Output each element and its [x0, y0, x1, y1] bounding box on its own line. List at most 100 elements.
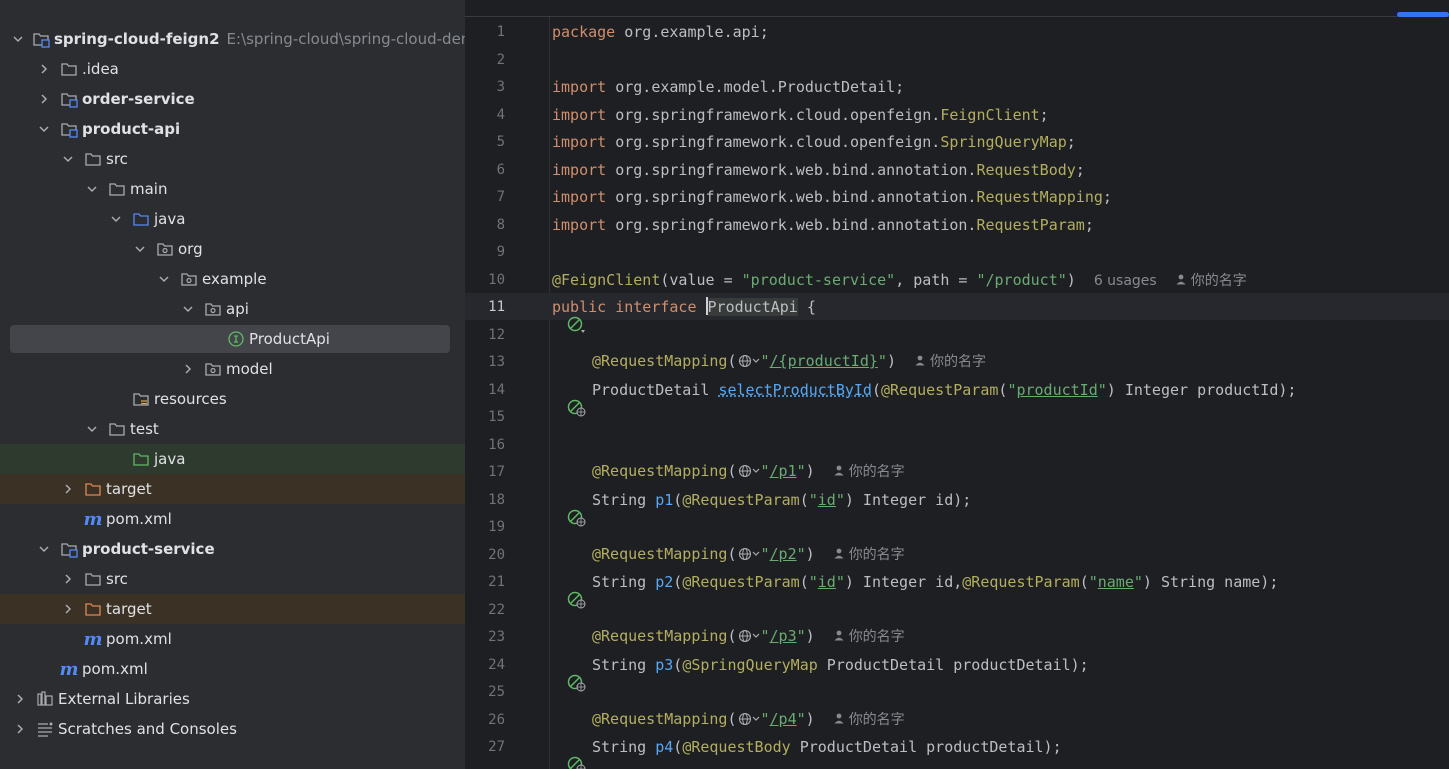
tree-item-test[interactable]: test	[0, 414, 465, 444]
tree-item-example[interactable]: example	[0, 264, 465, 294]
tree-item-pom-product-api[interactable]: m pom.xml	[0, 504, 465, 534]
method-name[interactable]: selectProductById	[718, 381, 872, 399]
code-line[interactable]: 12	[465, 321, 1449, 348]
tree-item-project-root[interactable]: spring-cloud-feign2 E:\spring-cloud\spri…	[0, 24, 465, 54]
method-name[interactable]: p1	[655, 491, 673, 509]
chevron-down-icon[interactable]	[108, 211, 124, 227]
globe-icon[interactable]	[738, 354, 760, 372]
tree-item-src-service[interactable]: src	[0, 564, 465, 594]
tree-item-pom-root[interactable]: m pom.xml	[0, 654, 465, 684]
chevron-down-icon[interactable]	[180, 301, 196, 317]
tree-item-target-service[interactable]: target	[0, 594, 465, 624]
code-line[interactable]: 27 String p4(@RequestBody ProductDetail …	[465, 733, 1449, 769]
code-line[interactable]: 24 String p3(@SpringQueryMap ProductDeta…	[465, 651, 1449, 692]
tree-item-product-api[interactable]: product-api	[0, 114, 465, 144]
url-path[interactable]: /p2	[770, 545, 797, 563]
code-line[interactable]: 2	[465, 46, 1449, 73]
code-line[interactable]: 21 String p2(@RequestParam("id") Integer…	[465, 568, 1449, 609]
chevron-right-icon[interactable]	[36, 91, 52, 107]
tree-item-java-test[interactable]: java	[0, 444, 465, 474]
chevron-right-icon[interactable]	[12, 721, 28, 737]
tree-item-resources[interactable]: resources	[0, 384, 465, 414]
scroll-indicator[interactable]	[1397, 12, 1449, 17]
project-tree[interactable]: spring-cloud-feign2 E:\spring-cloud\spri…	[0, 0, 465, 769]
editor-tab-strip[interactable]	[465, 0, 1449, 17]
code-line[interactable]: 23 @RequestMapping("/p3") 你的名字	[465, 623, 1449, 650]
url-path[interactable]: /p1	[770, 462, 797, 480]
chevron-down-icon[interactable]	[156, 271, 172, 287]
code-editor[interactable]: 1 package org.example.api; 2 3 import or…	[465, 0, 1449, 769]
code-line[interactable]: 17 @RequestMapping("/p1") 你的名字	[465, 458, 1449, 485]
tree-item-productapi[interactable]: ProductApi	[0, 324, 465, 354]
globe-icon[interactable]	[738, 547, 760, 565]
tree-item-java-main[interactable]: java	[0, 204, 465, 234]
chevron-down-icon[interactable]	[36, 541, 52, 557]
author-hint[interactable]: 你的名字	[833, 547, 905, 563]
code-token[interactable]: RequestMapping	[976, 188, 1102, 206]
code-line[interactable]: 22	[465, 596, 1449, 623]
url-path[interactable]: /p3	[770, 627, 797, 645]
code-line[interactable]: 5 import org.springframework.cloud.openf…	[465, 128, 1449, 155]
tree-item-target[interactable]: target	[0, 474, 465, 504]
author-hint[interactable]: 你的名字	[914, 354, 986, 370]
tree-item-src[interactable]: src	[0, 144, 465, 174]
code-line[interactable]: 16	[465, 431, 1449, 458]
chevron-down-icon[interactable]	[84, 181, 100, 197]
code-line[interactable]: 20 @RequestMapping("/p2") 你的名字	[465, 541, 1449, 568]
chevron-right-icon[interactable]	[60, 481, 76, 497]
chevron-down-icon[interactable]	[132, 241, 148, 257]
request-mapping-gutter-icon[interactable]	[513, 738, 586, 769]
code-line[interactable]: 3 import org.example.model.ProductDetail…	[465, 73, 1449, 100]
method-name[interactable]: p3	[655, 656, 673, 674]
tree-item-api[interactable]: api	[0, 294, 465, 324]
code-line[interactable]: 14 ProductDetail selectProductById(@Requ…	[465, 376, 1449, 417]
chevron-right-icon[interactable]	[12, 691, 28, 707]
method-name[interactable]: p2	[655, 573, 673, 591]
code-line[interactable]: 8 import org.springframework.web.bind.an…	[465, 211, 1449, 238]
code-line[interactable]: 1 package org.example.api;	[465, 18, 1449, 45]
code-token[interactable]: FeignClient	[940, 106, 1039, 124]
globe-icon[interactable]	[738, 464, 760, 482]
code-line[interactable]: 4 import org.springframework.cloud.openf…	[465, 101, 1449, 128]
tree-item-main[interactable]: main	[0, 174, 465, 204]
code-line[interactable]: 9	[465, 238, 1449, 265]
implementation-gutter-icon[interactable]	[513, 298, 586, 333]
class-name[interactable]: ProductApi	[707, 298, 798, 316]
chevron-right-icon[interactable]	[60, 601, 76, 617]
code-token[interactable]: RequestBody	[976, 161, 1075, 179]
url-path[interactable]: /p4	[770, 710, 797, 728]
param-name[interactable]: productId	[1016, 381, 1097, 399]
code-line[interactable]: 19	[465, 513, 1449, 540]
code-line[interactable]: 6 import org.springframework.web.bind.an…	[465, 156, 1449, 183]
chevron-down-icon[interactable]	[84, 421, 100, 437]
usages-hint[interactable]: 6 usages	[1094, 273, 1157, 289]
tree-item-order-service[interactable]: order-service	[0, 84, 465, 114]
url-path[interactable]: /{productId}	[770, 352, 878, 370]
code-line[interactable]: 26 @RequestMapping("/p4") 你的名字	[465, 706, 1449, 733]
param-name[interactable]: id	[818, 573, 836, 591]
tree-item-pom-product-service[interactable]: m pom.xml	[0, 624, 465, 654]
tree-item-scratches[interactable]: Scratches and Consoles	[0, 714, 465, 744]
chevron-right-icon[interactable]	[60, 571, 76, 587]
code-line-current[interactable]: 11 public interface ProductApi {	[465, 293, 1449, 333]
method-name[interactable]: p4	[655, 738, 673, 756]
author-hint[interactable]: 你的名字	[833, 629, 905, 645]
author-hint[interactable]: 你的名字	[1175, 273, 1247, 289]
chevron-down-icon[interactable]	[60, 151, 76, 167]
chevron-right-icon[interactable]	[180, 361, 196, 377]
tree-item-product-service[interactable]: product-service	[0, 534, 465, 564]
chevron-down-icon[interactable]	[36, 121, 52, 137]
code-token[interactable]: RequestParam	[976, 216, 1084, 234]
request-mapping-gutter-icon[interactable]	[513, 573, 586, 609]
tree-item-org[interactable]: org	[0, 234, 465, 264]
tree-item-model[interactable]: model	[0, 354, 465, 384]
code-line[interactable]: 25	[465, 678, 1449, 705]
param-name[interactable]: id	[818, 491, 836, 509]
request-mapping-gutter-icon[interactable]	[513, 491, 586, 527]
code-token[interactable]: SpringQueryMap	[940, 133, 1066, 151]
chevron-down-icon[interactable]	[12, 31, 24, 47]
code-line[interactable]: 13 @RequestMapping("/{productId}") 你的名字	[465, 348, 1449, 375]
request-mapping-gutter-icon[interactable]	[513, 381, 586, 417]
code-line[interactable]: 15	[465, 403, 1449, 430]
chevron-right-icon[interactable]	[36, 61, 52, 77]
